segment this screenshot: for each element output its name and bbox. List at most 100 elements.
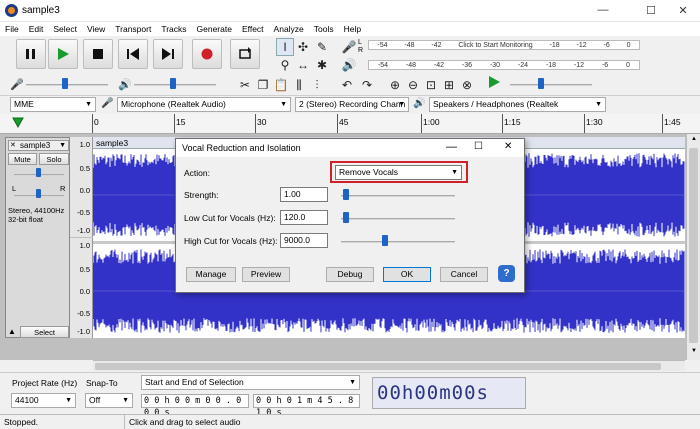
- zoom-in-icon[interactable]: ⊕: [386, 76, 404, 94]
- record-button[interactable]: [192, 39, 222, 69]
- playback-device-value: Speakers / Headphones (Realtek: [433, 99, 559, 109]
- zoom-toggle-icon[interactable]: ⊗: [458, 76, 476, 94]
- play-at-speed-button[interactable]: [488, 76, 500, 90]
- menu-edit[interactable]: Edit: [24, 22, 49, 36]
- audio-position-display[interactable]: 00h00m00s: [372, 377, 526, 409]
- menu-effect[interactable]: Effect: [237, 22, 269, 36]
- draw-tool-icon[interactable]: ✎: [313, 38, 331, 56]
- strength-slider-thumb[interactable]: [343, 189, 350, 200]
- manage-button[interactable]: Manage: [186, 267, 236, 282]
- track-pan-thumb[interactable]: [36, 189, 41, 198]
- envelope-tool-icon[interactable]: ✣: [294, 38, 312, 56]
- pause-button[interactable]: [16, 39, 46, 69]
- play-button[interactable]: [48, 39, 78, 69]
- selection-start-time[interactable]: 0 0 h 0 0 m 0 0 . 0 0 0 s: [141, 394, 249, 418]
- cut-icon[interactable]: ✂: [236, 76, 254, 94]
- recording-device-select[interactable]: Microphone (Realtek Audio) ▼: [117, 97, 291, 112]
- zoom-out-icon[interactable]: ⊖: [404, 76, 422, 94]
- copy-icon[interactable]: ❐: [254, 76, 272, 94]
- menu-help[interactable]: Help: [339, 22, 366, 36]
- selection-mode-select[interactable]: Start and End of Selection ▼: [141, 375, 360, 390]
- recording-channels-select[interactable]: 2 (Stereo) Recording Chann ▼: [295, 97, 409, 112]
- low-cut-slider[interactable]: [341, 218, 455, 220]
- time-shift-tool-icon[interactable]: ↔: [294, 56, 312, 74]
- audio-host-select[interactable]: MME ▼: [10, 97, 96, 112]
- select-track-button[interactable]: Select: [20, 326, 69, 338]
- trim-icon[interactable]: ⫼: [290, 76, 308, 94]
- menu-tracks[interactable]: Tracks: [156, 22, 191, 36]
- timeline-ruler[interactable]: 0 15 30 45 1:00 1:15 1:30 1:45: [0, 114, 700, 134]
- stop-button[interactable]: [83, 39, 113, 69]
- redo-icon[interactable]: ↷: [358, 76, 376, 94]
- horizontal-scrollbar[interactable]: [93, 360, 685, 371]
- cancel-button[interactable]: Cancel: [440, 267, 488, 282]
- zoom-tool-icon[interactable]: ⚲: [276, 56, 294, 74]
- selection-tool-icon[interactable]: I: [276, 38, 294, 56]
- playback-volume-thumb[interactable]: [170, 78, 176, 89]
- ruler-tick-mark: [421, 114, 422, 133]
- vertical-scrollbar[interactable]: ▲ ▼: [686, 134, 700, 360]
- vertical-scroll-thumb[interactable]: [689, 148, 698, 343]
- paste-icon[interactable]: 📋: [272, 76, 290, 94]
- maximize-icon[interactable]: ☐: [474, 141, 483, 152]
- preview-button[interactable]: Preview: [242, 267, 290, 282]
- menu-view[interactable]: View: [82, 22, 110, 36]
- playback-device-select[interactable]: Speakers / Headphones (Realtek ▼: [429, 97, 606, 112]
- close-track-icon[interactable]: ✕: [10, 141, 16, 150]
- play-speed-thumb[interactable]: [538, 78, 544, 89]
- high-cut-slider-thumb[interactable]: [382, 235, 389, 246]
- menu-analyze[interactable]: Analyze: [269, 22, 309, 36]
- fit-project-icon[interactable]: ⊞: [440, 76, 458, 94]
- speaker-icon[interactable]: 🔊: [340, 56, 358, 74]
- collapse-track-icon[interactable]: ▲: [8, 327, 16, 336]
- multi-tool-icon[interactable]: ✱: [313, 56, 331, 74]
- high-cut-input[interactable]: 9000.0: [280, 233, 328, 248]
- minimize-button[interactable]: —: [588, 4, 618, 16]
- close-window-button[interactable]: ✕: [668, 4, 698, 17]
- silence-icon[interactable]: ⫶: [308, 76, 326, 94]
- recording-volume-thumb[interactable]: [62, 78, 68, 89]
- menu-select[interactable]: Select: [48, 22, 82, 36]
- snap-to-select[interactable]: Off ▼: [85, 393, 133, 408]
- scroll-up-icon[interactable]: ▲: [691, 136, 697, 142]
- close-dialog-icon[interactable]: ✕: [504, 141, 512, 152]
- minimize-icon[interactable]: —: [446, 141, 457, 153]
- meter-tick: -12: [573, 61, 585, 69]
- microphone-icon[interactable]: 🎤: [340, 38, 358, 56]
- menu-file[interactable]: File: [0, 22, 24, 36]
- help-icon[interactable]: ?: [498, 265, 515, 282]
- strength-input[interactable]: 1.00: [280, 187, 328, 202]
- chevron-down-icon: ▼: [398, 101, 405, 108]
- scroll-down-icon[interactable]: ▼: [691, 348, 697, 354]
- debug-button[interactable]: Debug: [326, 267, 374, 282]
- mute-button[interactable]: Mute: [8, 153, 37, 165]
- solo-button[interactable]: Solo: [39, 153, 69, 165]
- ruler-tick-mark: [92, 114, 93, 133]
- strength-slider[interactable]: [341, 195, 455, 197]
- playback-meter[interactable]: -54 -48 -42 -36 -30 -24 -18 -12 -6 0: [368, 60, 640, 70]
- skip-to-start-button[interactable]: [118, 39, 148, 69]
- meter-l-label: L: [358, 39, 362, 46]
- maximize-button[interactable]: ☐: [636, 4, 666, 17]
- low-cut-input[interactable]: 120.0: [280, 210, 328, 225]
- action-select[interactable]: Remove Vocals ▼: [335, 165, 462, 180]
- fit-selection-icon[interactable]: ⊡: [422, 76, 440, 94]
- project-rate-select[interactable]: 44100 ▼: [11, 393, 76, 408]
- ruler-tick-mark: [174, 114, 175, 133]
- low-cut-slider-thumb[interactable]: [343, 212, 350, 223]
- loop-button[interactable]: [230, 39, 260, 69]
- horizontal-scroll-thumb[interactable]: [95, 363, 661, 370]
- menu-tools[interactable]: Tools: [309, 22, 339, 36]
- undo-icon[interactable]: ↶: [338, 76, 356, 94]
- pin-playhead-icon[interactable]: [12, 117, 24, 129]
- skip-to-end-button[interactable]: [153, 39, 183, 69]
- high-cut-slider[interactable]: [341, 241, 455, 243]
- play-speed-slider[interactable]: [510, 84, 592, 86]
- track-gain-thumb[interactable]: [36, 168, 41, 177]
- ok-button[interactable]: OK: [383, 267, 431, 282]
- menu-transport[interactable]: Transport: [110, 22, 156, 36]
- record-meter[interactable]: -54 -48 -42 Click to Start Monitoring -1…: [368, 40, 640, 50]
- menu-generate[interactable]: Generate: [192, 22, 237, 36]
- track-menu-button[interactable]: ✕ sample3 ▼: [8, 140, 69, 151]
- selection-end-time[interactable]: 0 0 h 0 1 m 4 5 . 8 1 0 s: [253, 394, 360, 418]
